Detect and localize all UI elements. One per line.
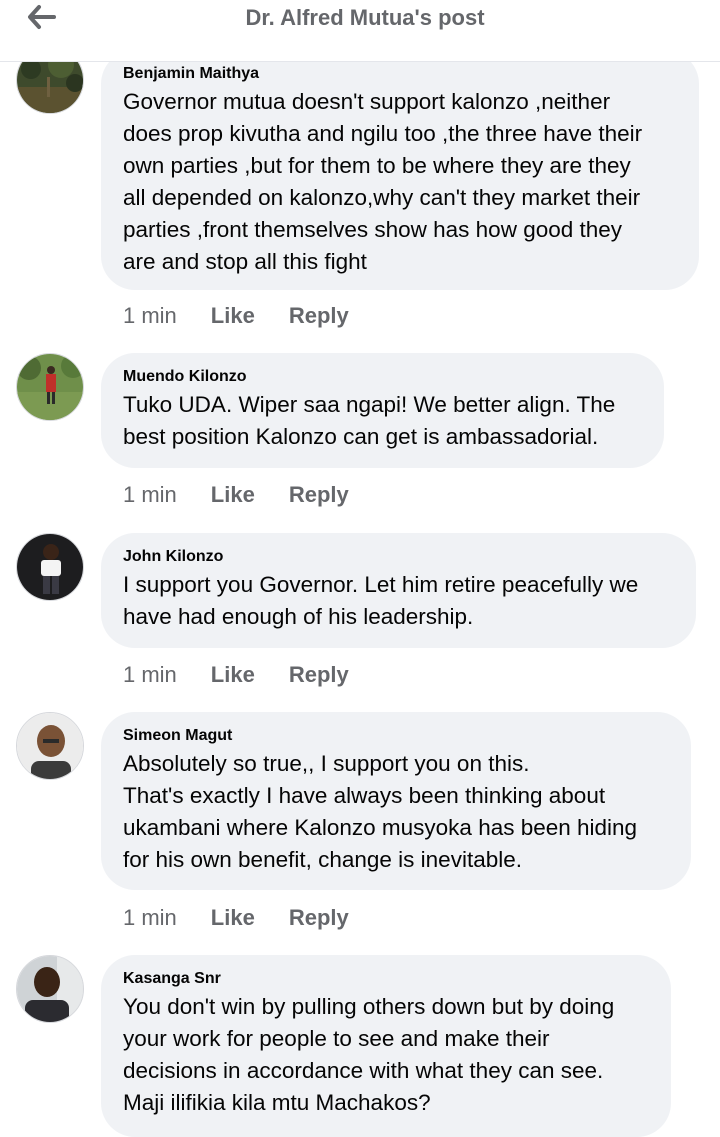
comment-author[interactable]: Simeon Magut (123, 726, 669, 746)
comment-bubble: Kasanga Snr You don't win by pulling oth… (101, 955, 671, 1137)
reply-button[interactable]: Reply (289, 303, 349, 329)
comment-author[interactable]: Muendo Kilonzo (123, 367, 642, 387)
avatar[interactable] (16, 353, 84, 421)
comment-bubble: Benjamin Maithya Governor mutua doesn't … (101, 50, 699, 290)
comment-bubble: Muendo Kilonzo Tuko UDA. Wiper saa ngapi… (101, 353, 664, 468)
top-bar: Dr. Alfred Mutua's post (0, 0, 720, 62)
comment-actions: 1 min Like Reply (123, 660, 383, 690)
comment-bubble: Simeon Magut Absolutely so true,, I supp… (101, 712, 691, 890)
like-button[interactable]: Like (211, 482, 255, 508)
reply-button[interactable]: Reply (289, 482, 349, 508)
comment-bubble: John Kilonzo I support you Governor. Let… (101, 533, 696, 648)
like-button[interactable]: Like (211, 662, 255, 688)
comment-text: I support you Governor. Let him retire p… (123, 572, 639, 629)
avatar[interactable] (16, 955, 84, 1023)
comment-time: 1 min (123, 662, 177, 687)
comment-actions: 1 min Like Reply (123, 480, 383, 510)
comment-text: Absolutely so true,, I support you on th… (123, 751, 638, 872)
comment-time: 1 min (123, 482, 177, 507)
comment-author[interactable]: John Kilonzo (123, 547, 674, 567)
reply-button[interactable]: Reply (289, 905, 349, 931)
comment-actions: 1 min Like Reply (123, 903, 383, 933)
comment-text: Governor mutua doesn't support kalonzo ,… (123, 89, 643, 274)
comment-time: 1 min (123, 905, 177, 930)
page-title: Dr. Alfred Mutua's post (245, 5, 485, 30)
comment-author[interactable]: Benjamin Maithya (123, 64, 677, 84)
app-screen: Dr. Alfred Mutua's post Benjamin Maithya… (0, 0, 720, 1137)
comment-text: You don't win by pulling others down but… (123, 994, 615, 1115)
comment-text: Tuko UDA. Wiper saa ngapi! We better ali… (123, 392, 616, 449)
avatar[interactable] (16, 533, 84, 601)
like-button[interactable]: Like (211, 303, 255, 329)
avatar[interactable] (16, 712, 84, 780)
reply-button[interactable]: Reply (289, 662, 349, 688)
like-button[interactable]: Like (211, 905, 255, 931)
comment-time: 1 min (123, 303, 177, 328)
comment-author[interactable]: Kasanga Snr (123, 969, 649, 989)
comment-actions: 1 min Like Reply (123, 301, 383, 331)
